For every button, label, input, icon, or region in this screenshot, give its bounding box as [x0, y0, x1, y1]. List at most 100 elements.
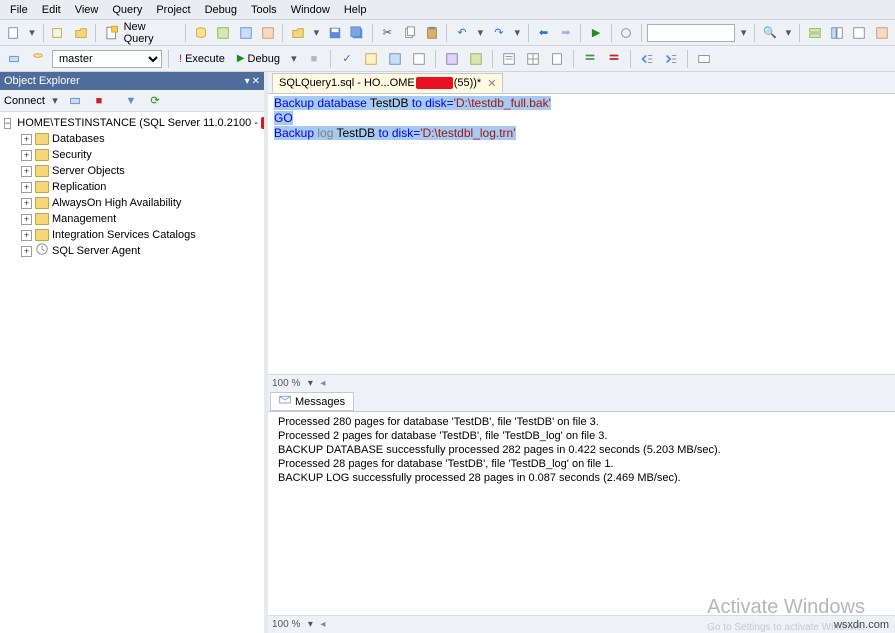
intellisense-icon[interactable]	[409, 49, 429, 69]
tree-node-databases[interactable]: +Databases	[4, 131, 262, 147]
menu-query[interactable]: Query	[106, 2, 148, 18]
tree-node-management[interactable]: +Management	[4, 211, 262, 227]
zoom-level[interactable]: 100 %	[272, 619, 300, 630]
menu-debug[interactable]: Debug	[199, 2, 243, 18]
query-tab[interactable]: SQLQuery1.sql - HO...OMExxxxxx(55))* ✕	[272, 73, 503, 93]
uncomment-icon[interactable]	[604, 49, 624, 69]
results-zoom-bar: 100 % ▾ ◂	[268, 615, 895, 633]
mdx-query-icon[interactable]	[236, 23, 255, 43]
estimated-plan-icon[interactable]	[361, 49, 381, 69]
dropdown-icon[interactable]: ▾	[783, 26, 795, 39]
specify-values-icon[interactable]	[694, 49, 714, 69]
dropdown-icon[interactable]: ▾	[475, 26, 487, 39]
open-file-icon[interactable]	[288, 23, 307, 43]
dropdown-icon[interactable]: ▾	[511, 26, 523, 39]
decrease-indent-icon[interactable]	[637, 49, 657, 69]
messages-tab[interactable]: Messages	[270, 392, 354, 411]
expand-icon[interactable]: +	[21, 182, 32, 193]
expand-icon[interactable]: +	[21, 166, 32, 177]
tree-node-security[interactable]: +Security	[4, 147, 262, 163]
menu-help[interactable]: Help	[338, 2, 373, 18]
dropdown-icon[interactable]: ▾	[288, 52, 300, 65]
dropdown-icon[interactable]: ▾	[26, 26, 38, 39]
dropdown-icon[interactable]: ▾	[49, 94, 61, 107]
object-tree[interactable]: − HOME\TESTINSTANCE (SQL Server 11.0.210…	[0, 112, 264, 633]
connect-label[interactable]: Connect	[4, 95, 45, 107]
cancel-query-icon[interactable]: ■	[304, 49, 324, 69]
find-combo[interactable]	[647, 24, 735, 42]
paste-icon[interactable]	[422, 23, 441, 43]
nav-back-icon[interactable]: ⬅	[534, 23, 553, 43]
sql-editor[interactable]: Backup database TestDB to disk='D:\testd…	[268, 94, 895, 374]
disconnect-icon[interactable]	[65, 91, 85, 111]
include-stats-icon[interactable]	[466, 49, 486, 69]
database-selector[interactable]: master	[52, 50, 162, 68]
save-icon[interactable]	[325, 23, 344, 43]
undo-icon[interactable]: ↶	[452, 23, 471, 43]
dropdown-icon[interactable]: ▾	[738, 26, 750, 39]
stop-icon[interactable]: ■	[89, 91, 109, 111]
filter-icon[interactable]: ▼	[121, 91, 141, 111]
expand-icon[interactable]: +	[21, 246, 32, 257]
tree-node-alwayson[interactable]: +AlwaysOn High Availability	[4, 195, 262, 211]
cut-icon[interactable]: ✂	[378, 23, 397, 43]
messages-output[interactable]: Processed 280 pages for database 'TestDB…	[268, 412, 895, 615]
dropdown-icon[interactable]: ▾	[304, 378, 316, 389]
results-file-icon[interactable]	[547, 49, 567, 69]
new-project-icon[interactable]	[4, 23, 23, 43]
comment-icon[interactable]	[580, 49, 600, 69]
menu-file[interactable]: File	[4, 2, 34, 18]
redo-icon[interactable]: ↷	[489, 23, 508, 43]
open-icon[interactable]	[71, 23, 90, 43]
activity-icon[interactable]	[617, 23, 636, 43]
dropdown-icon[interactable]: ▾	[304, 619, 316, 630]
collapse-icon[interactable]: −	[4, 118, 11, 129]
db-engine-query-icon[interactable]	[191, 23, 210, 43]
expand-icon[interactable]: +	[21, 214, 32, 225]
expand-icon[interactable]: +	[21, 230, 32, 241]
parse-icon[interactable]: ✓	[337, 49, 357, 69]
copy-icon[interactable]	[400, 23, 419, 43]
refresh-icon[interactable]: ⟳	[145, 91, 165, 111]
tree-node-server-objects[interactable]: +Server Objects	[4, 163, 262, 179]
query-options-icon[interactable]	[385, 49, 405, 69]
add-icon[interactable]	[49, 23, 68, 43]
change-connection-icon[interactable]	[4, 49, 24, 69]
analysis-query-icon[interactable]	[214, 23, 233, 43]
include-plan-icon[interactable]	[442, 49, 462, 69]
expand-icon[interactable]: +	[21, 134, 32, 145]
find-icon[interactable]: 🔍	[760, 23, 779, 43]
new-query-button[interactable]: New Query	[101, 23, 180, 43]
menu-window[interactable]: Window	[285, 2, 336, 18]
properties-icon[interactable]	[872, 23, 891, 43]
menu-view[interactable]: View	[69, 2, 105, 18]
expand-icon[interactable]: +	[21, 150, 32, 161]
object-explorer-icon[interactable]	[827, 23, 846, 43]
increase-indent-icon[interactable]	[661, 49, 681, 69]
menu-project[interactable]: Project	[150, 2, 196, 18]
available-db-icon[interactable]	[28, 49, 48, 69]
results-text-icon[interactable]	[499, 49, 519, 69]
save-all-icon[interactable]	[347, 23, 366, 43]
nav-fwd-icon[interactable]: ➡	[556, 23, 575, 43]
pin-icon[interactable]: ▾	[245, 76, 250, 87]
close-tab-icon[interactable]: ✕	[487, 77, 496, 90]
h-scroll-left-icon[interactable]: ◂	[320, 378, 325, 389]
close-icon[interactable]: ✕	[252, 76, 260, 87]
start-icon[interactable]: ▶	[586, 23, 605, 43]
results-grid-icon[interactable]	[523, 49, 543, 69]
tree-node-replication[interactable]: +Replication	[4, 179, 262, 195]
dmx-query-icon[interactable]	[258, 23, 277, 43]
registered-servers-icon[interactable]	[805, 23, 824, 43]
menu-tools[interactable]: Tools	[245, 2, 283, 18]
execute-button[interactable]: ! Execute	[175, 53, 229, 65]
template-icon[interactable]	[850, 23, 869, 43]
h-scroll-left-icon[interactable]: ◂	[320, 619, 325, 630]
tree-node-agent[interactable]: +SQL Server Agent	[4, 243, 262, 259]
menu-edit[interactable]: Edit	[36, 2, 67, 18]
expand-icon[interactable]: +	[21, 198, 32, 209]
zoom-level[interactable]: 100 %	[272, 378, 300, 389]
dropdown-icon[interactable]: ▾	[311, 26, 323, 39]
debug-button[interactable]: ▶ Debug	[233, 53, 284, 65]
server-node[interactable]: − HOME\TESTINSTANCE (SQL Server 11.0.210…	[4, 115, 262, 131]
